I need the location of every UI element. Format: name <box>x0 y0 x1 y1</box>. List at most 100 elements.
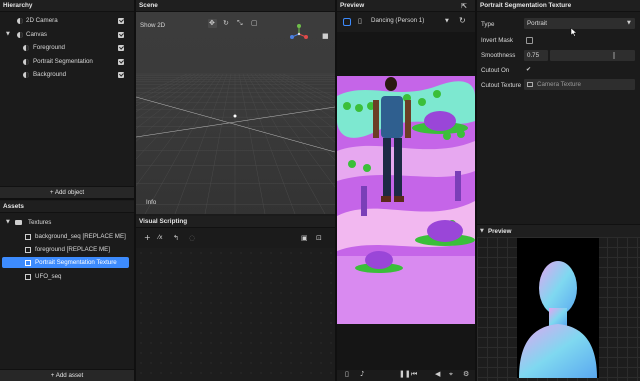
tiktok-icon[interactable]: ♪ <box>360 371 364 378</box>
axis-gizmo-icon[interactable] <box>288 23 310 45</box>
hierarchy-item-label: Background <box>33 71 67 78</box>
hierarchy-item-portrait-segmentation[interactable]: Portrait Segmentation <box>0 56 134 67</box>
image-icon <box>527 82 533 87</box>
asset-item-portrait-segmentation-texture[interactable]: Portrait Segmentation Texture <box>2 257 129 268</box>
texture-icon <box>25 246 31 253</box>
visual-scripting-title: Visual Scripting <box>139 218 188 225</box>
hierarchy-item-background[interactable]: Background <box>0 69 134 80</box>
subgraph-icon[interactable]: ↰ <box>173 235 179 242</box>
hierarchy-item-foreground[interactable]: Foreground <box>0 42 134 53</box>
chevron-down-icon: ▼ <box>627 20 631 26</box>
add-object-button[interactable]: + Add object <box>0 186 134 198</box>
cutout-texture-field[interactable]: Camera Texture <box>524 79 635 90</box>
frame-icon[interactable]: ▣ <box>301 235 308 242</box>
asset-item-label: background_seq [REPLACE ME] <box>35 233 126 240</box>
preview-title: Preview <box>340 2 365 9</box>
caret-down-icon[interactable]: ▼ <box>6 32 10 37</box>
mute-icon[interactable]: ◀ <box>435 371 440 378</box>
preview-image <box>337 76 475 324</box>
cutout-on-label: Cutout On <box>481 67 510 74</box>
hierarchy-item-label: Portrait Segmentation <box>33 58 93 65</box>
hierarchy-header: Hierarchy <box>0 0 134 12</box>
rotate-tool-icon[interactable]: ↻ <box>223 20 229 27</box>
visual-scripting-toolbar: + ⁄x ↰ ◌ ▣ ⊡ <box>136 228 335 248</box>
chevron-down-icon[interactable]: ▼ <box>445 19 449 24</box>
type-dropdown[interactable]: Portrait ▼ <box>524 18 635 29</box>
settings-icon[interactable]: ⚙ <box>463 371 469 378</box>
visibility-checkbox[interactable] <box>118 44 124 51</box>
object-icon <box>23 44 29 51</box>
hierarchy-item-2d-camera[interactable]: 2D Camera <box>0 15 134 26</box>
playback-bar: ▯ ♪ ❚❚ ⏮ ◀ ⌖ ⚙ <box>337 370 475 381</box>
invert-mask-label: Invert Mask <box>481 37 513 44</box>
assets-title: Assets <box>3 203 24 210</box>
add-asset-button[interactable]: + Add asset <box>0 369 134 381</box>
invert-mask-checkbox[interactable] <box>526 37 533 44</box>
visibility-checkbox[interactable] <box>118 17 124 24</box>
camera-icon[interactable]: ■ <box>322 33 329 40</box>
pause-icon[interactable]: ❚❚ <box>399 371 411 378</box>
hierarchy-panel: 2D Camera ▼ Canvas Foreground Portrait S… <box>0 12 134 186</box>
texture-preview-header[interactable]: ▼ Preview <box>477 224 640 237</box>
smoothness-input[interactable]: 0.75 <box>524 50 548 61</box>
segmentation-mask-image <box>517 238 599 378</box>
variables-icon[interactable]: ⁄x <box>158 235 163 241</box>
visibility-checkbox[interactable] <box>118 71 124 78</box>
asset-item-foreground[interactable]: foreground [REPLACE ME] <box>0 244 134 255</box>
show-2d-toggle[interactable]: Show 2D <box>140 22 165 29</box>
assets-header: Assets <box>0 201 134 213</box>
rect-tool-icon[interactable]: ▢ <box>251 20 258 27</box>
preview-area <box>337 32 475 370</box>
hierarchy-item-label: Canvas <box>26 31 47 38</box>
asset-folder-label: Textures <box>28 219 52 226</box>
mouse-cursor-icon <box>570 27 578 37</box>
visibility-checkbox[interactable] <box>118 58 124 65</box>
smoothness-slider[interactable] <box>550 50 635 61</box>
texture-preview-area <box>477 237 640 381</box>
divider <box>0 198 134 200</box>
phone-icon[interactable]: ▯ <box>345 371 349 378</box>
refresh-icon[interactable]: ↻ <box>459 17 466 25</box>
scene-viewport[interactable]: Show 2D ✥ ↻ ⤡ ▢ ■ Info <box>136 12 335 214</box>
texture-preview-title: Preview <box>488 228 512 235</box>
caret-down-icon[interactable]: ▼ <box>6 220 10 225</box>
add-node-icon[interactable]: + <box>144 234 151 242</box>
media-icon[interactable]: ▯ <box>358 18 362 25</box>
type-label: Type <box>481 21 495 28</box>
scene-title: Scene <box>139 2 158 9</box>
object-icon <box>17 31 23 38</box>
video-select[interactable]: Dancing (Person 1) <box>371 17 424 24</box>
restart-icon[interactable]: ⏮ <box>411 371 417 378</box>
object-icon <box>17 17 23 24</box>
cursor-icon[interactable]: ⌖ <box>449 371 453 378</box>
folder-icon <box>15 219 22 225</box>
texture-icon <box>25 273 31 280</box>
object-icon <box>23 71 29 78</box>
object-icon <box>23 58 29 65</box>
asset-folder-textures[interactable]: ▼ Textures <box>0 217 134 228</box>
cutout-on-checkbox[interactable]: ✔ <box>526 67 531 73</box>
info-toggle[interactable]: Info <box>146 199 156 206</box>
asset-item-label: foreground [REPLACE ME] <box>35 246 110 253</box>
share-icon[interactable]: ⇱ <box>461 3 467 10</box>
asset-item-ufo-seq[interactable]: UFO_seq <box>0 271 134 282</box>
hierarchy-item-canvas[interactable]: ▼ Canvas <box>0 29 134 40</box>
inspector-title: Portrait Segmentation Texture <box>480 2 572 9</box>
visual-scripting-header: Visual Scripting <box>136 216 335 228</box>
visibility-checkbox[interactable] <box>118 31 124 38</box>
caret-down-icon[interactable]: ▼ <box>480 229 484 234</box>
preview-toolbar: ▯ Dancing (Person 1) ▼ ↻ <box>337 12 475 32</box>
inspector-header: Portrait Segmentation Texture <box>477 0 640 12</box>
type-value: Portrait <box>527 20 547 27</box>
cutout-texture-label: Cutout Texture <box>481 82 522 89</box>
inspector-panel: Type Portrait ▼ Invert Mask Smoothness 0… <box>477 12 640 224</box>
slider-handle[interactable] <box>612 52 615 59</box>
device-icon[interactable] <box>343 18 351 26</box>
asset-item-label: UFO_seq <box>35 273 62 280</box>
fit-icon[interactable]: ⊡ <box>316 235 322 242</box>
assets-panel: ▼ Textures background_seq [REPLACE ME] f… <box>0 213 134 369</box>
asset-item-background-seq[interactable]: background_seq [REPLACE ME] <box>0 231 134 242</box>
visual-scripting-canvas[interactable] <box>136 248 335 381</box>
move-tool-icon[interactable]: ✥ <box>208 19 217 28</box>
scale-tool-icon[interactable]: ⤡ <box>237 20 243 27</box>
